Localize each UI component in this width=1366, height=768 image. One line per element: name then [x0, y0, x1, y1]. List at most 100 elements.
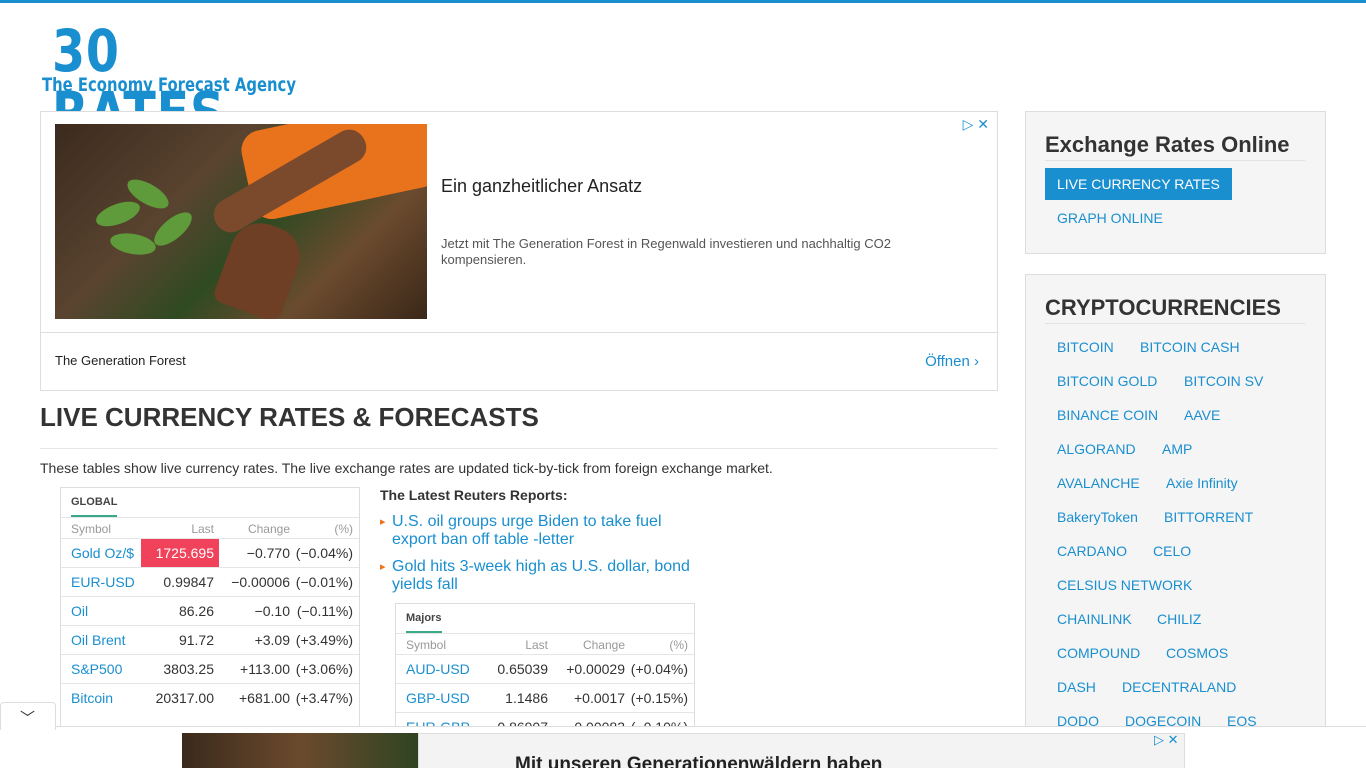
- crypto-link[interactable]: BITCOIN CASH: [1140, 339, 1240, 355]
- table-row[interactable]: Gold Oz/$ 1725.695 −0.770 (−0.04%): [61, 538, 359, 567]
- crypto-link[interactable]: CELSIUS NETWORK: [1057, 577, 1192, 593]
- header-symbol: Symbol: [71, 522, 112, 536]
- row-pct: (+3.06%): [295, 661, 353, 677]
- panel-title: CRYPTOCURRENCIES: [1045, 295, 1281, 320]
- crypto-link[interactable]: AVALANCHE: [1057, 475, 1140, 491]
- table-row[interactable]: Oil 86.26 −0.10 (−0.11%): [61, 596, 359, 625]
- crypto-link[interactable]: DASH: [1057, 679, 1096, 695]
- crypto-link[interactable]: BITCOIN GOLD: [1057, 373, 1157, 389]
- advertisement[interactable]: ▷ ✕ Ein ganzheitlicher Ansatz Jetzt mit …: [40, 111, 998, 391]
- ad-title[interactable]: Ein ganzheitlicher Ansatz: [441, 176, 642, 197]
- bottom-ad-image[interactable]: [182, 733, 418, 768]
- site-logo[interactable]: 30 RATES The Economy Forecast Agency: [40, 20, 296, 144]
- row-pct: (+0.04%): [630, 661, 688, 677]
- crypto-link[interactable]: ALGORAND: [1057, 441, 1136, 457]
- header-change: Change: [247, 522, 290, 536]
- majors-rates-table: Majors Symbol Last Change (%) AUD-USD 0.…: [395, 603, 695, 735]
- bullet-arrow-icon: ▸: [380, 516, 386, 528]
- row-symbol[interactable]: GBP-USD: [406, 690, 470, 706]
- ad-choices-close-icon[interactable]: ▷ ✕: [963, 116, 989, 133]
- header-last: Last: [191, 522, 214, 536]
- row-pct: (+3.47%): [295, 690, 353, 706]
- crypto-link[interactable]: CELO: [1153, 543, 1191, 559]
- header-change: Change: [582, 638, 625, 652]
- row-last: 86.26: [178, 603, 214, 619]
- report-link-text[interactable]: U.S. oil groups urge Biden to take fuel …: [392, 513, 662, 548]
- crypto-link[interactable]: BITCOIN: [1057, 339, 1114, 355]
- chevron-right-icon: ›: [974, 353, 979, 370]
- row-change: +113.00: [240, 661, 290, 677]
- link-graph-online[interactable]: GRAPH ONLINE: [1057, 210, 1163, 226]
- table-row[interactable]: S&P500 3803.25 +113.00 (+3.06%): [61, 654, 359, 683]
- crypto-link[interactable]: Axie Infinity: [1166, 475, 1238, 491]
- crypto-link[interactable]: BakeryToken: [1057, 509, 1138, 525]
- title-divider: [40, 448, 998, 449]
- row-pct: (−0.11%): [296, 603, 353, 619]
- row-symbol[interactable]: S&P500: [71, 661, 122, 677]
- bottom-sticky-ad[interactable]: Mit unseren Generationenwäldern haben ▷ …: [0, 726, 1366, 768]
- row-change: +0.0017: [574, 690, 625, 706]
- row-last: 0.99847: [163, 574, 214, 590]
- row-symbol[interactable]: AUD-USD: [406, 661, 470, 677]
- row-last: 20317.00: [155, 690, 214, 706]
- crypto-link[interactable]: BINANCE COIN: [1057, 407, 1158, 423]
- page-title: LIVE CURRENCY RATES & FORECASTS: [40, 402, 539, 432]
- crypto-link[interactable]: BITCOIN SV: [1184, 373, 1263, 389]
- bottom-ad-box[interactable]: Mit unseren Generationenwäldern haben: [418, 733, 1185, 768]
- top-accent-bar: [0, 0, 1366, 3]
- row-change: +681.00: [239, 690, 290, 706]
- row-symbol[interactable]: Gold Oz/$: [71, 545, 134, 561]
- ad-open-button[interactable]: Öffnen ›: [925, 353, 979, 370]
- ad-brand: The Generation Forest: [55, 353, 186, 368]
- report-link[interactable]: ▸ U.S. oil groups urge Biden to take fuel…: [380, 513, 710, 549]
- table-row[interactable]: EUR-USD 0.99847 −0.00006 (−0.01%): [61, 567, 359, 596]
- header-symbol: Symbol: [406, 638, 447, 652]
- table-row[interactable]: GBP-USD 1.1486 +0.0017 (+0.15%): [396, 683, 694, 712]
- crypto-link[interactable]: CHILIZ: [1157, 611, 1201, 627]
- panel-divider: [1045, 160, 1305, 161]
- bottom-ad-text[interactable]: Mit unseren Generationenwäldern haben: [515, 754, 882, 768]
- crypto-link[interactable]: CHAINLINK: [1057, 611, 1132, 627]
- crypto-link[interactable]: AAVE: [1184, 407, 1220, 423]
- table-row[interactable]: Oil Brent 91.72 +3.09 (+3.49%): [61, 625, 359, 654]
- row-last: 0.65039: [497, 661, 548, 677]
- header-last: Last: [525, 638, 548, 652]
- crypto-link[interactable]: CARDANO: [1057, 543, 1127, 559]
- report-link-text[interactable]: Gold hits 3-week high as U.S. dollar, bo…: [392, 558, 690, 593]
- row-pct: (+3.49%): [295, 632, 353, 648]
- ad-choices-close-icon[interactable]: ▷ ✕: [1154, 732, 1179, 748]
- table-header: Symbol Last Change (%): [61, 517, 359, 538]
- crypto-link[interactable]: AMP: [1162, 441, 1192, 457]
- report-link[interactable]: ▸ Gold hits 3-week high as U.S. dollar, b…: [380, 558, 710, 594]
- reuters-reports: The Latest Reuters Reports: ▸ U.S. oil gr…: [380, 487, 710, 603]
- crypto-link[interactable]: BITTORRENT: [1164, 509, 1253, 525]
- tab-majors[interactable]: Majors: [406, 612, 441, 624]
- row-last: 3803.25: [163, 661, 214, 677]
- collapse-ad-button[interactable]: ﹀: [0, 702, 56, 730]
- row-symbol[interactable]: EUR-USD: [71, 574, 135, 590]
- table-header: Symbol Last Change (%): [396, 633, 694, 654]
- crypto-link[interactable]: COSMOS: [1166, 645, 1228, 661]
- ad-footer: The Generation Forest Öffnen ›: [41, 332, 997, 390]
- crypto-link[interactable]: DECENTRALAND: [1122, 679, 1236, 695]
- exchange-rates-panel: Exchange Rates Online LIVE CURRENCY RATE…: [1025, 111, 1326, 254]
- panel-divider: [1045, 323, 1305, 324]
- intro-text: These tables show live currency rates. T…: [40, 460, 773, 476]
- link-live-currency-rates[interactable]: LIVE CURRENCY RATES: [1045, 168, 1232, 200]
- ad-text: Jetzt mit The Generation Forest in Regen…: [441, 236, 891, 267]
- row-symbol[interactable]: Oil Brent: [71, 632, 125, 648]
- reports-title: The Latest Reuters Reports:: [380, 487, 568, 503]
- logo-subtitle: The Economy Forecast Agency: [42, 74, 296, 96]
- table-row[interactable]: Bitcoin 20317.00 +681.00 (+3.47%): [61, 683, 359, 712]
- tab-global[interactable]: GLOBAL: [71, 496, 117, 508]
- row-symbol[interactable]: Bitcoin: [71, 690, 113, 706]
- crypto-link[interactable]: COMPOUND: [1057, 645, 1140, 661]
- row-change: −0.10: [254, 603, 290, 619]
- panel-title: Exchange Rates Online: [1045, 132, 1290, 157]
- ad-image[interactable]: [55, 124, 427, 319]
- global-rates-table: GLOBAL Symbol Last Change (%) Gold Oz/$ …: [60, 487, 360, 727]
- ad-open-label: Öffnen: [925, 353, 970, 370]
- row-change: −0.770: [246, 545, 290, 561]
- table-row[interactable]: AUD-USD 0.65039 +0.00029 (+0.04%): [396, 654, 694, 683]
- row-symbol[interactable]: Oil: [71, 603, 88, 619]
